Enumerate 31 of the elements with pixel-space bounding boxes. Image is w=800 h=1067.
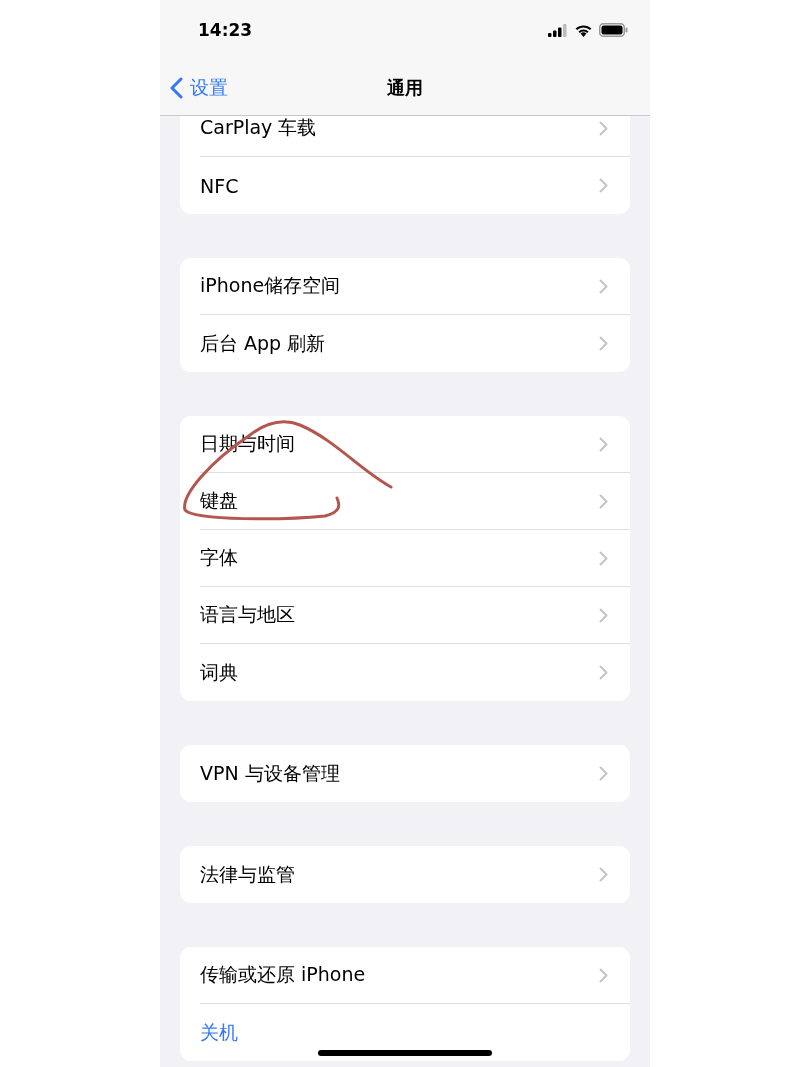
signal-icon	[548, 23, 568, 37]
chevron-icon	[599, 607, 608, 623]
chevron-icon	[599, 436, 608, 452]
chevron-icon	[599, 178, 608, 193]
row-label[interactable]: NFC	[200, 174, 239, 197]
nav-title: 通用	[387, 75, 423, 100]
row-label[interactable]: 传输或还原 iPhone	[200, 962, 366, 988]
chevron-icon	[599, 665, 608, 680]
chevron-icon	[599, 120, 608, 136]
row-label[interactable]: iPhone储存空间	[200, 273, 341, 299]
status-time: 14:23	[198, 20, 253, 40]
chevron-icon	[599, 336, 608, 351]
action-link[interactable]: 关机	[200, 1019, 238, 1046]
row-label[interactable]: 法律与监管	[200, 861, 295, 888]
chevron-icon	[599, 493, 608, 509]
chevron-icon	[599, 967, 608, 983]
chevron-icon	[599, 550, 608, 566]
row-label[interactable]: 字体	[200, 545, 238, 571]
chevron-icon	[599, 867, 608, 882]
wifi-icon	[574, 23, 593, 37]
back-button[interactable]: 设置	[160, 74, 228, 101]
row-label[interactable]: 后台 App 刷新	[200, 330, 326, 357]
chevron-icon	[599, 766, 608, 781]
row-label[interactable]: 键盘	[200, 488, 238, 514]
row-label[interactable]: 词典	[200, 659, 238, 686]
chevron-icon	[599, 278, 608, 294]
row-label[interactable]: 语言与地区	[200, 602, 295, 628]
battery-icon	[599, 23, 628, 37]
row-label[interactable]: VPN 与设备管理	[200, 760, 340, 787]
row-label[interactable]: CarPlay 车载	[200, 116, 317, 141]
back-chevron-icon	[170, 76, 183, 99]
